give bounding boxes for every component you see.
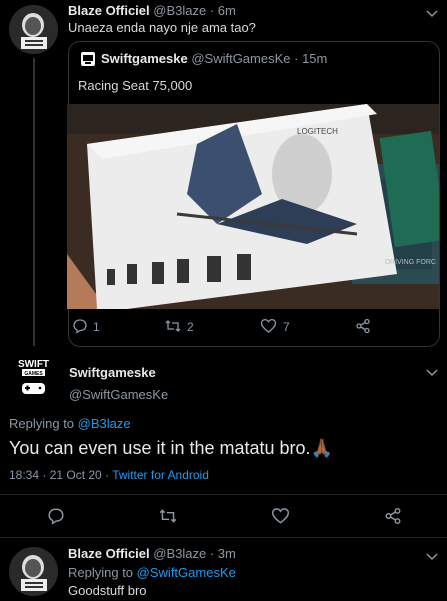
replying-to-link[interactable]: @SwiftGamesKe: [137, 565, 236, 580]
like-icon[interactable]: [271, 507, 290, 525]
divider: [0, 494, 447, 495]
quoted-text: Racing Seat 75,000: [78, 78, 193, 93]
author-name-text: Swiftgameske: [69, 365, 156, 380]
retweet-count: 2: [187, 320, 194, 334]
praying-hands-emoji: 🙏🏾: [310, 438, 333, 458]
author-handle[interactable]: @SwiftGamesKe: [69, 387, 168, 402]
author-name[interactable]: Blaze Officiel: [68, 546, 150, 561]
share-icon[interactable]: [384, 507, 402, 525]
quoted-time: · 15m: [294, 51, 328, 66]
client-link[interactable]: Twitter for Android: [112, 468, 209, 482]
author-handle[interactable]: @B3laze: [153, 546, 206, 561]
tweet-time[interactable]: · 3m: [210, 546, 236, 561]
thread-line: [33, 58, 35, 346]
replying-prefix: Replying to: [9, 416, 75, 431]
author-handle[interactable]: @B3laze: [153, 3, 206, 18]
share-icon[interactable]: [355, 318, 371, 334]
tweet-header: Blaze Officiel @B3laze · 6m: [68, 3, 236, 18]
tweet-header: Blaze Officiel @B3laze · 3m: [68, 546, 236, 561]
quoted-author-handle[interactable]: @SwiftGamesKe: [191, 51, 290, 66]
replying-to: Replying to @B3laze: [9, 416, 131, 431]
tweet-meta: 18:34 · 21 Oct 20 · Twitter for Android: [9, 468, 209, 482]
tweet-photo[interactable]: LOGITECH DRIVING FORC: [67, 104, 439, 309]
tweet-text: You can even use it in the matatu bro.🙏🏾: [9, 438, 333, 459]
reply-count: 1: [93, 320, 100, 334]
box-side-text: DRIVING FORC: [385, 259, 436, 266]
box-label: LOGITECH: [297, 127, 338, 136]
chevron-down-icon[interactable]: [425, 6, 439, 20]
reply-icon[interactable]: [47, 507, 65, 525]
like-count: 7: [283, 320, 290, 334]
avatar-text-top: SWIFT: [18, 359, 49, 370]
avatar-text-bottom: GAMES: [24, 371, 43, 377]
replying-to-link[interactable]: @B3laze: [78, 416, 131, 431]
tweet-timestamp: 18:34 · 21 Oct 20 ·: [9, 468, 110, 482]
divider: [0, 537, 447, 538]
tweet-text-body: You can even use it in the matatu bro.: [9, 438, 311, 458]
replying-prefix: Replying to: [68, 565, 134, 580]
reply-icon[interactable]: [72, 318, 88, 334]
tweet-time[interactable]: · 6m: [210, 3, 236, 18]
quoted-header: Swiftgameske @SwiftGamesKe · 15m: [101, 51, 327, 66]
tweet-text: Unaeza enda nayo nje ama tao?: [68, 20, 256, 35]
author-name[interactable]: Blaze Officiel: [68, 3, 150, 18]
avatar[interactable]: SWIFT GAMES: [9, 353, 58, 402]
chevron-down-icon[interactable]: [425, 365, 439, 379]
avatar[interactable]: [9, 5, 58, 54]
quoted-avatar: [81, 52, 95, 66]
quoted-author-name[interactable]: Swiftgameske: [101, 51, 188, 66]
author-name[interactable]: Swiftgameske: [69, 364, 156, 382]
retweet-icon[interactable]: [164, 318, 182, 334]
retweet-icon[interactable]: [158, 507, 178, 525]
chevron-down-icon[interactable]: [425, 549, 439, 563]
like-icon[interactable]: [260, 318, 277, 334]
replying-to: Replying to @SwiftGamesKe: [68, 565, 236, 580]
tweet-text: Goodstuff bro: [68, 583, 147, 598]
avatar[interactable]: [9, 547, 58, 596]
